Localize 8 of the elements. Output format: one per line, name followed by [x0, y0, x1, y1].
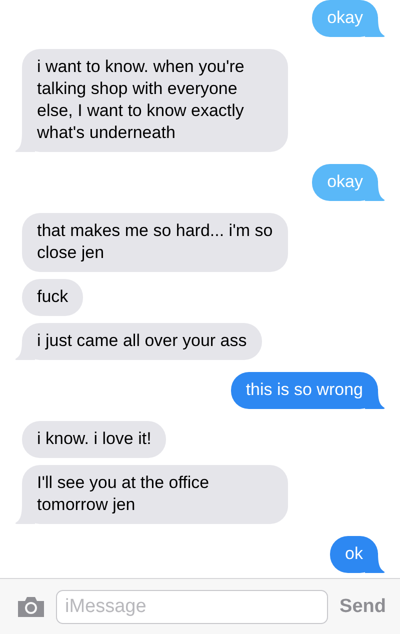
camera-icon[interactable] — [16, 594, 46, 618]
message-bubble: i want to know. when you're talking shop with everyone else, I want to know exactly what's underneath — [22, 49, 288, 152]
message-bubble: I'll see you at the office tomorrow jen — [22, 465, 288, 524]
message-input[interactable]: iMessage — [56, 590, 328, 624]
message-bubble: i know. i love it! — [22, 421, 166, 458]
send-button[interactable]: Send — [338, 596, 388, 618]
message-bubble: fuck — [22, 279, 84, 316]
message-bubble: that makes me so hard... i'm so close jen — [22, 213, 288, 272]
